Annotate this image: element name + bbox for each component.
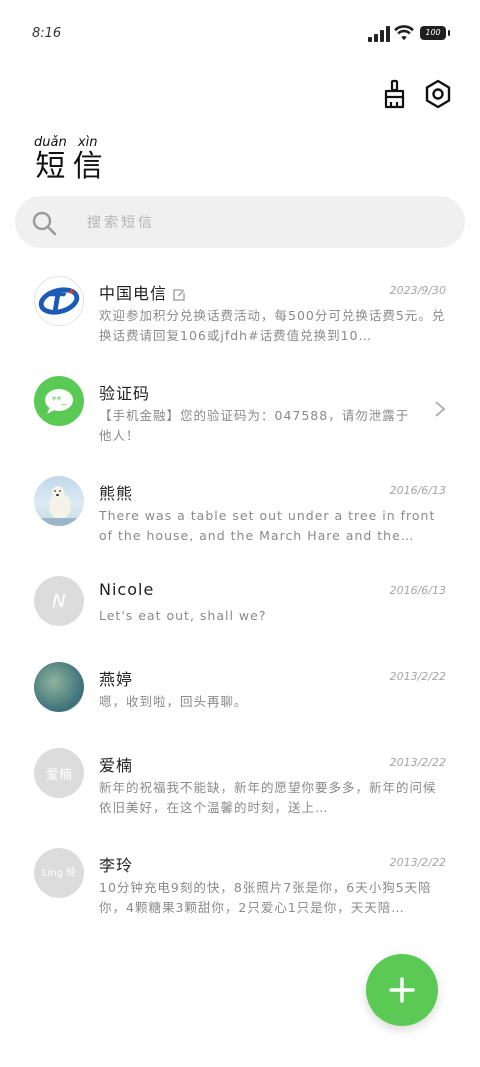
message-preview: 嗯，收到啦，回头再聊。 [99,694,248,709]
settings-hexagon-icon[interactable] [422,78,454,110]
signal-icon [368,26,390,42]
message-date: 2013/2/22 [389,856,446,869]
contact-name: 燕婷 [99,670,134,689]
wifi-icon [394,25,414,41]
message-bubble-icon: **_ [34,376,84,426]
status-time: 8:16 [32,26,62,41]
edit-icon [173,288,185,301]
title-pinyin: duǎn [34,135,67,150]
chevron-right-icon[interactable] [434,400,446,418]
broom-icon[interactable] [378,78,410,110]
contact-name: 中国电信 [99,280,185,304]
status-bar: 8:16 100 [0,0,480,64]
conversation-item[interactable]: 爱楠 爱楠 2013/2/22 新年的祝福我不能缺，新年的愿望你要多多，新年的问… [0,738,480,828]
avatar: 爱楠 [34,748,84,798]
message-preview: 10分钟充电9刻的快，8张照片7张是你，6天小狗5天陪你，4颗糖果3颗甜你，2只… [99,880,432,915]
message-date: 2013/2/22 [389,756,446,769]
message-preview: Let's eat out, shall we? [99,608,267,623]
search-icon [32,211,57,236]
title-hanzi: 短 [35,149,66,184]
contact-name: 李玲 [99,856,134,875]
page-title: duǎn 短 xìn 信 [34,136,103,184]
conversation-item[interactable]: **_ 验证码 【手机金融】您的验证码为：047588，请勿泄露于他人！ [0,366,480,456]
conversation-item[interactable]: 中国电信 2023/9/30 欢迎参加积分兑换话费活动，每500分可兑换话费5元… [0,266,480,356]
new-message-button[interactable] [366,954,438,1026]
message-date: 2016/6/13 [389,484,446,497]
conversation-item[interactable]: 燕婷 2013/2/22 嗯，收到啦，回头再聊。 [0,652,480,742]
contact-name: 爱楠 [99,756,134,775]
battery-icon: 100 [420,26,450,40]
title-char: duǎn 短 [34,136,67,184]
message-preview: 欢迎参加积分兑换话费活动，每500分可兑换话费5元。兑换话费请回复106或jfd… [99,308,446,343]
message-preview: 【手机金融】您的验证码为：047588，请勿泄露于他人！ [99,408,410,443]
plus-icon [389,977,415,1003]
contact-name: Nicole [99,580,155,599]
conversation-item[interactable]: N Nicole 2016/6/13 Let's eat out, shall … [0,566,480,656]
message-date: 2023/9/30 [389,284,446,297]
svg-text:**_: **_ [52,395,68,406]
contact-name: 验证码 [99,384,151,403]
landscape-photo [34,662,84,712]
title-hanzi: 信 [72,149,103,184]
conversation-item[interactable]: Ling 玲 李玲 2013/2/22 10分钟充电9刻的快，8张照片7张是你，… [0,838,480,928]
title-char: xìn 信 [73,136,103,184]
message-preview: 新年的祝福我不能缺，新年的愿望你要多多，新年的问候依旧美好，在这个温馨的时刻，送… [99,780,437,815]
title-pinyin: xìn [77,135,98,150]
avatar: Ling 玲 [34,848,84,898]
search-placeholder: 搜索短信 [87,215,155,231]
message-preview: There was a table set out under a tree i… [99,508,436,543]
conversation-item[interactable]: 熊熊 2016/6/13 There was a table set out u… [0,466,480,556]
message-date: 2016/6/13 [389,584,446,597]
contact-name: 熊熊 [99,484,134,503]
polar-bear-photo [34,476,84,526]
search-input[interactable]: 搜索短信 [15,196,465,248]
china-telecom-logo [34,276,84,326]
avatar: N [34,576,84,626]
message-date: 2013/2/22 [389,670,446,683]
